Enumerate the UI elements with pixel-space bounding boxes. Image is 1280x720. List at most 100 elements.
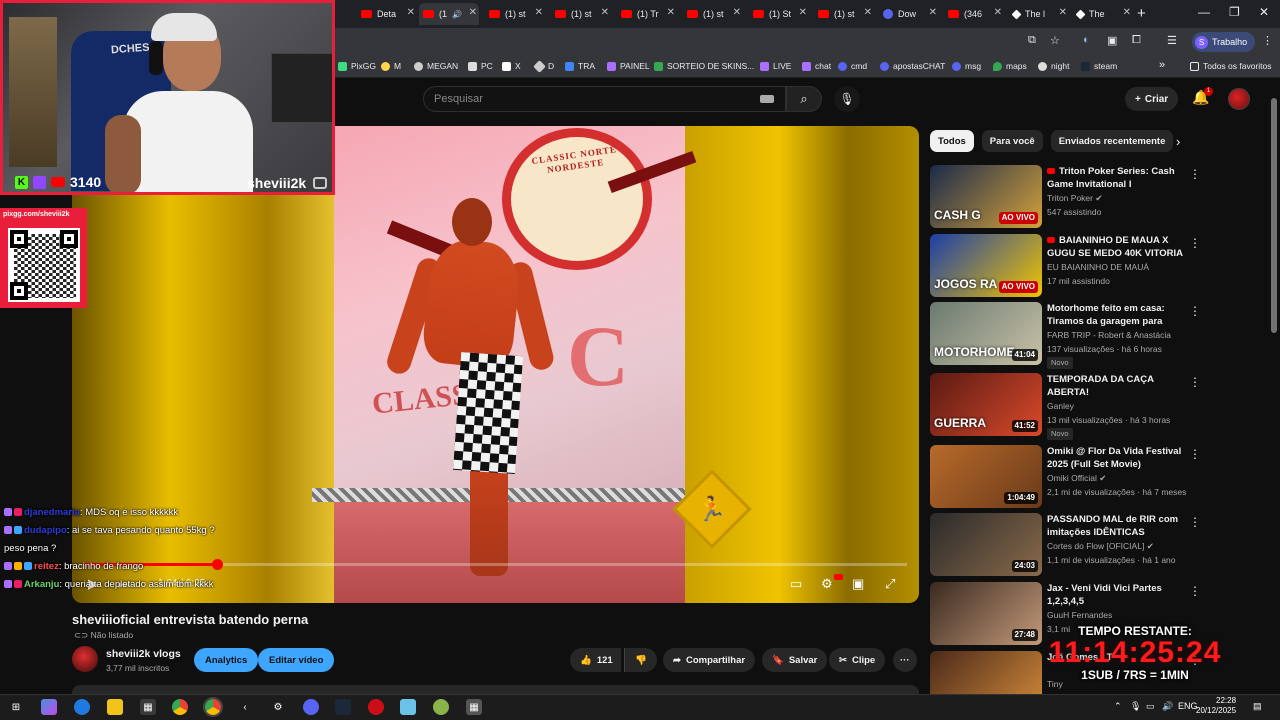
more-actions-button[interactable]: ··· — [893, 648, 917, 672]
recommendation-item[interactable]: GUERRA 41:52 TEMPORADA DA CAÇA ABERTA! Ganl… — [930, 373, 1270, 440]
minimize-icon[interactable]: — — [1198, 5, 1210, 19]
browser-tab[interactable]: (1) st ✕ — [814, 3, 874, 25]
discord-icon[interactable] — [303, 699, 319, 715]
close-tab-icon[interactable]: ✕ — [994, 7, 1002, 18]
recommendation-item[interactable]: MOTORHOME 41:04 Motorhome feito em casa: T… — [930, 302, 1270, 369]
file-explorer-icon[interactable] — [107, 699, 123, 715]
audio-icon[interactable]: 🔊 — [452, 10, 462, 19]
maximize-icon[interactable]: ❐ — [1229, 5, 1240, 19]
network-icon[interactable]: ▭ — [1146, 701, 1155, 712]
recommendation-title[interactable]: Motorhome feito em casa: Tiramos da gara… — [1047, 302, 1183, 328]
close-tab-icon[interactable]: ✕ — [407, 7, 415, 18]
channel-name[interactable]: sheviii2k vlogs — [106, 648, 181, 660]
chevron-right-icon[interactable]: › — [1176, 134, 1180, 149]
calculator-icon[interactable]: ▦ — [466, 699, 482, 715]
recommendation-item[interactable]: 24:03 PASSANDO MAL de RIR com imitações I… — [930, 513, 1270, 579]
video-thumbnail[interactable]: 24:03 — [930, 513, 1042, 576]
back-icon[interactable]: ‹ — [237, 699, 253, 715]
bookmark[interactable]: MEGAN — [414, 61, 458, 71]
recommendation-channel[interactable]: Ganley — [1047, 401, 1074, 411]
chip-recently-uploaded[interactable]: Enviados recentemente — [1050, 130, 1174, 152]
taskbar-clock[interactable]: 22:28 20/12/2025 — [1196, 696, 1236, 716]
bookmark[interactable]: SORTEIO DE SKINS... — [654, 61, 754, 71]
bookmark[interactable]: chat — [802, 61, 831, 71]
bookmark[interactable]: LIVE — [760, 61, 791, 71]
tray-chevron-icon[interactable]: ⌃ — [1114, 701, 1122, 712]
close-tab-icon[interactable]: ✕ — [667, 7, 675, 18]
recommendation-title[interactable]: Jax - Veni Vidi Vici Partes 1,2,3,4,5 — [1047, 582, 1183, 608]
reading-list-icon[interactable]: ☰ — [1167, 34, 1177, 47]
dislike-button[interactable]: 👎 — [624, 648, 657, 672]
close-tab-icon[interactable]: ✕ — [799, 7, 807, 18]
microphone-icon[interactable]: 🎙 — [1130, 701, 1141, 712]
video-thumbnail[interactable]: JOGOS RA AO VIVO — [930, 234, 1042, 297]
notification-center-icon[interactable]: ▤ — [1253, 701, 1262, 712]
bookmark[interactable]: TRA — [565, 61, 595, 71]
recommendation-item[interactable]: 1:04:49 Omiki @ Flor Da Vida Festival 202… — [930, 445, 1270, 511]
browser-tab[interactable]: (1) st ✕ — [683, 3, 743, 25]
browser-tab[interactable]: (1) st ✕ — [485, 3, 545, 25]
channel-avatar[interactable] — [72, 646, 98, 672]
profile-button[interactable]: S Trabalho — [1192, 32, 1256, 52]
chrome-active-icon[interactable] — [203, 697, 223, 717]
chip-for-you[interactable]: Para você — [981, 130, 1043, 152]
chip-all[interactable]: Todos — [930, 130, 974, 152]
close-tab-icon[interactable]: ✕ — [733, 7, 741, 18]
theater-mode-icon[interactable]: ▣ — [852, 576, 864, 592]
bookmark[interactable]: steam — [1081, 61, 1117, 71]
browser-tab[interactable]: Deta ✕ — [357, 3, 417, 25]
create-button[interactable]: + Criar — [1125, 87, 1179, 111]
video-thumbnail[interactable]: 1:04:49 — [930, 445, 1042, 508]
search-input[interactable]: Pesquisar — [423, 86, 786, 112]
browser-tab[interactable]: (346 ✕ — [944, 3, 1004, 25]
edit-video-button[interactable]: Editar vídeo — [258, 648, 335, 672]
bookmark[interactable]: M — [381, 61, 401, 71]
close-window-icon[interactable]: ✕ — [1259, 5, 1269, 19]
recommendation-title[interactable]: TEMPORADA DA CAÇA ABERTA! — [1047, 373, 1183, 399]
settings-gear-icon[interactable]: ⚙ — [821, 576, 833, 592]
more-options-icon[interactable]: ⋮ — [1189, 236, 1201, 250]
recommendation-channel[interactable]: FARB TRIP - Robert & Anastácia — [1047, 330, 1171, 340]
browser-tab[interactable]: The l ✕ — [1009, 3, 1069, 25]
subtitles-icon[interactable]: ▭ — [790, 576, 802, 592]
page-scrollbar[interactable] — [1271, 84, 1277, 694]
recommendation-title[interactable]: BAIANINHO DE MAUA X GUGU SE MEDO 40K VIT… — [1047, 234, 1183, 260]
bookmark[interactable]: X — [502, 61, 521, 71]
all-bookmarks-folder[interactable]: Todos os favoritos — [1190, 61, 1272, 71]
bookmarks-overflow-button[interactable]: » — [1159, 59, 1165, 71]
recommendation-title[interactable]: Triton Poker Series: Cash Game Invitatio… — [1047, 165, 1183, 191]
more-options-icon[interactable]: ⋮ — [1189, 304, 1201, 318]
scrollbar-thumb[interactable] — [1271, 98, 1277, 333]
browser-tab-active[interactable]: (1 🔊 ✕ — [419, 3, 479, 25]
chrome-icon[interactable] — [172, 699, 188, 715]
settings-gear-icon[interactable]: ⚙ — [270, 699, 286, 715]
browser-tab[interactable]: Dow ✕ — [879, 3, 939, 25]
recommendation-channel[interactable]: GuuH Fernandes — [1047, 610, 1112, 620]
bookmark[interactable]: PC — [468, 61, 493, 71]
close-tab-icon[interactable]: ✕ — [1123, 7, 1131, 18]
save-button[interactable]: 🔖 Salvar — [762, 648, 828, 672]
close-tab-icon[interactable]: ✕ — [469, 7, 477, 18]
edge-icon[interactable] — [74, 699, 90, 715]
bookmark[interactable]: PixGG — [338, 61, 376, 71]
browser-tab[interactable]: The ✕ — [1073, 3, 1133, 25]
search-button[interactable]: ⌕ — [786, 86, 822, 112]
app-icon[interactable] — [433, 699, 449, 715]
bookmark[interactable]: msg — [952, 61, 981, 71]
video-thumbnail[interactable]: MOTORHOME 41:04 — [930, 302, 1042, 365]
clip-button[interactable]: ✂ Clipe — [829, 648, 886, 672]
browser-tab[interactable]: (1) Tr ✕ — [617, 3, 677, 25]
account-avatar[interactable] — [1228, 88, 1250, 110]
bookmark-star-icon[interactable]: ☆ — [1050, 34, 1060, 47]
keyboard-icon[interactable] — [760, 95, 774, 103]
bookmark[interactable]: PAINEL — [607, 61, 650, 71]
copilot-icon[interactable] — [41, 699, 57, 715]
more-options-icon[interactable]: ⋮ — [1189, 584, 1201, 598]
analytics-button[interactable]: Analytics — [194, 648, 259, 672]
more-options-icon[interactable]: ⋮ — [1189, 447, 1201, 461]
extensions-puzzle-icon[interactable]: ⧠ — [1132, 34, 1141, 47]
recommendation-title[interactable]: PASSANDO MAL de RIR com imitações IDÊNTI… — [1047, 513, 1183, 539]
recommendation-channel[interactable]: Omiki Official ✔ — [1047, 473, 1106, 484]
app-icon[interactable] — [400, 699, 416, 715]
bookmark[interactable]: maps — [993, 61, 1027, 71]
